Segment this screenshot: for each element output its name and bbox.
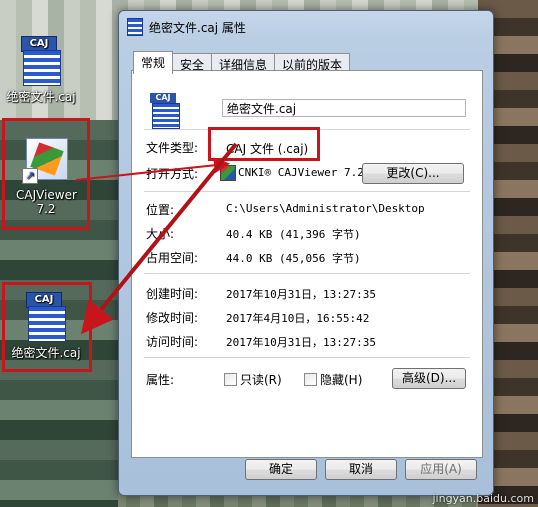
location-label: 位置:	[146, 203, 175, 217]
tab-general[interactable]: 常规	[133, 51, 174, 74]
advanced-button[interactable]: 高级(D)...	[392, 368, 466, 389]
caj-file-icon: CAJ	[19, 36, 63, 86]
properties-dialog: 绝密文件.caj 属性 常规 安全 详细信息 以前的版本 CAJ 绝密文件.ca…	[118, 10, 494, 496]
caj-file-icon	[127, 18, 143, 36]
highlight-box-type	[208, 127, 320, 161]
desktop-icon-caj-top[interactable]: CAJ 绝密文件.caj	[4, 36, 78, 105]
created-label: 创建时间:	[146, 287, 199, 301]
readonly-label[interactable]: 只读(R)	[240, 371, 282, 388]
modified-label: 修改时间:	[146, 311, 199, 325]
general-panel: CAJ 绝密文件.caj 文件类型: CAJ 文件 (.caj) 打开方式: C…	[131, 70, 483, 458]
caj-file-icon: CAJ	[150, 93, 180, 129]
disk-size-value: 44.0 KB (45,056 字节)	[226, 252, 361, 265]
disk-size-label: 占用空间:	[146, 251, 199, 265]
divider	[144, 191, 470, 192]
desktop-icon-label: 绝密文件.caj	[6, 90, 76, 104]
modified-value: 2017年4月10日，16:55:42	[226, 312, 370, 325]
hidden-checkbox[interactable]	[304, 373, 317, 386]
desktop-icon-cajviewer[interactable]: ↗ CAJViewer 7.2	[6, 136, 86, 216]
file-type-label: 文件类型:	[146, 141, 199, 155]
desktop-icon-caj-bottom[interactable]: CAJ 绝密文件.caj	[6, 292, 86, 361]
change-button[interactable]: 更改(C)...	[362, 163, 464, 184]
attributes-label: 属性:	[146, 373, 175, 387]
location-value: C:\Users\Administrator\Desktop	[226, 202, 425, 215]
divider	[144, 357, 470, 358]
file-name-field[interactable]: 绝密文件.caj	[222, 99, 466, 117]
cajviewer-app-icon: ↗	[22, 136, 70, 186]
open-with-value: CNKI® CAJViewer 7.2	[238, 166, 364, 179]
hidden-label[interactable]: 隐藏(H)	[320, 371, 362, 388]
caj-file-icon: CAJ	[24, 292, 68, 342]
dialog-titlebar[interactable]: 绝密文件.caj 属性	[127, 17, 246, 37]
ok-button[interactable]: 确定	[245, 459, 317, 480]
desktop-icon-label: 绝密文件.caj	[11, 346, 81, 360]
accessed-value: 2017年10月31日，13:27:35	[226, 336, 376, 349]
size-label: 大小:	[146, 227, 175, 241]
cancel-button[interactable]: 取消	[325, 459, 397, 480]
accessed-label: 访问时间:	[146, 335, 199, 349]
watermark: jingyan.baidu.com	[432, 492, 534, 505]
created-value: 2017年10月31日，13:27:35	[226, 288, 376, 301]
shortcut-arrow-icon: ↗	[22, 168, 38, 184]
apply-button[interactable]: 应用(A)	[405, 459, 477, 480]
cajviewer-app-icon	[220, 165, 236, 181]
desktop-icon-label: CAJViewer 7.2	[16, 188, 77, 216]
open-with-label: 打开方式:	[146, 167, 199, 181]
size-value: 40.4 KB (41,396 字节)	[226, 228, 361, 241]
readonly-checkbox[interactable]	[224, 373, 237, 386]
dialog-title: 绝密文件.caj 属性	[149, 20, 246, 35]
divider	[144, 273, 470, 274]
